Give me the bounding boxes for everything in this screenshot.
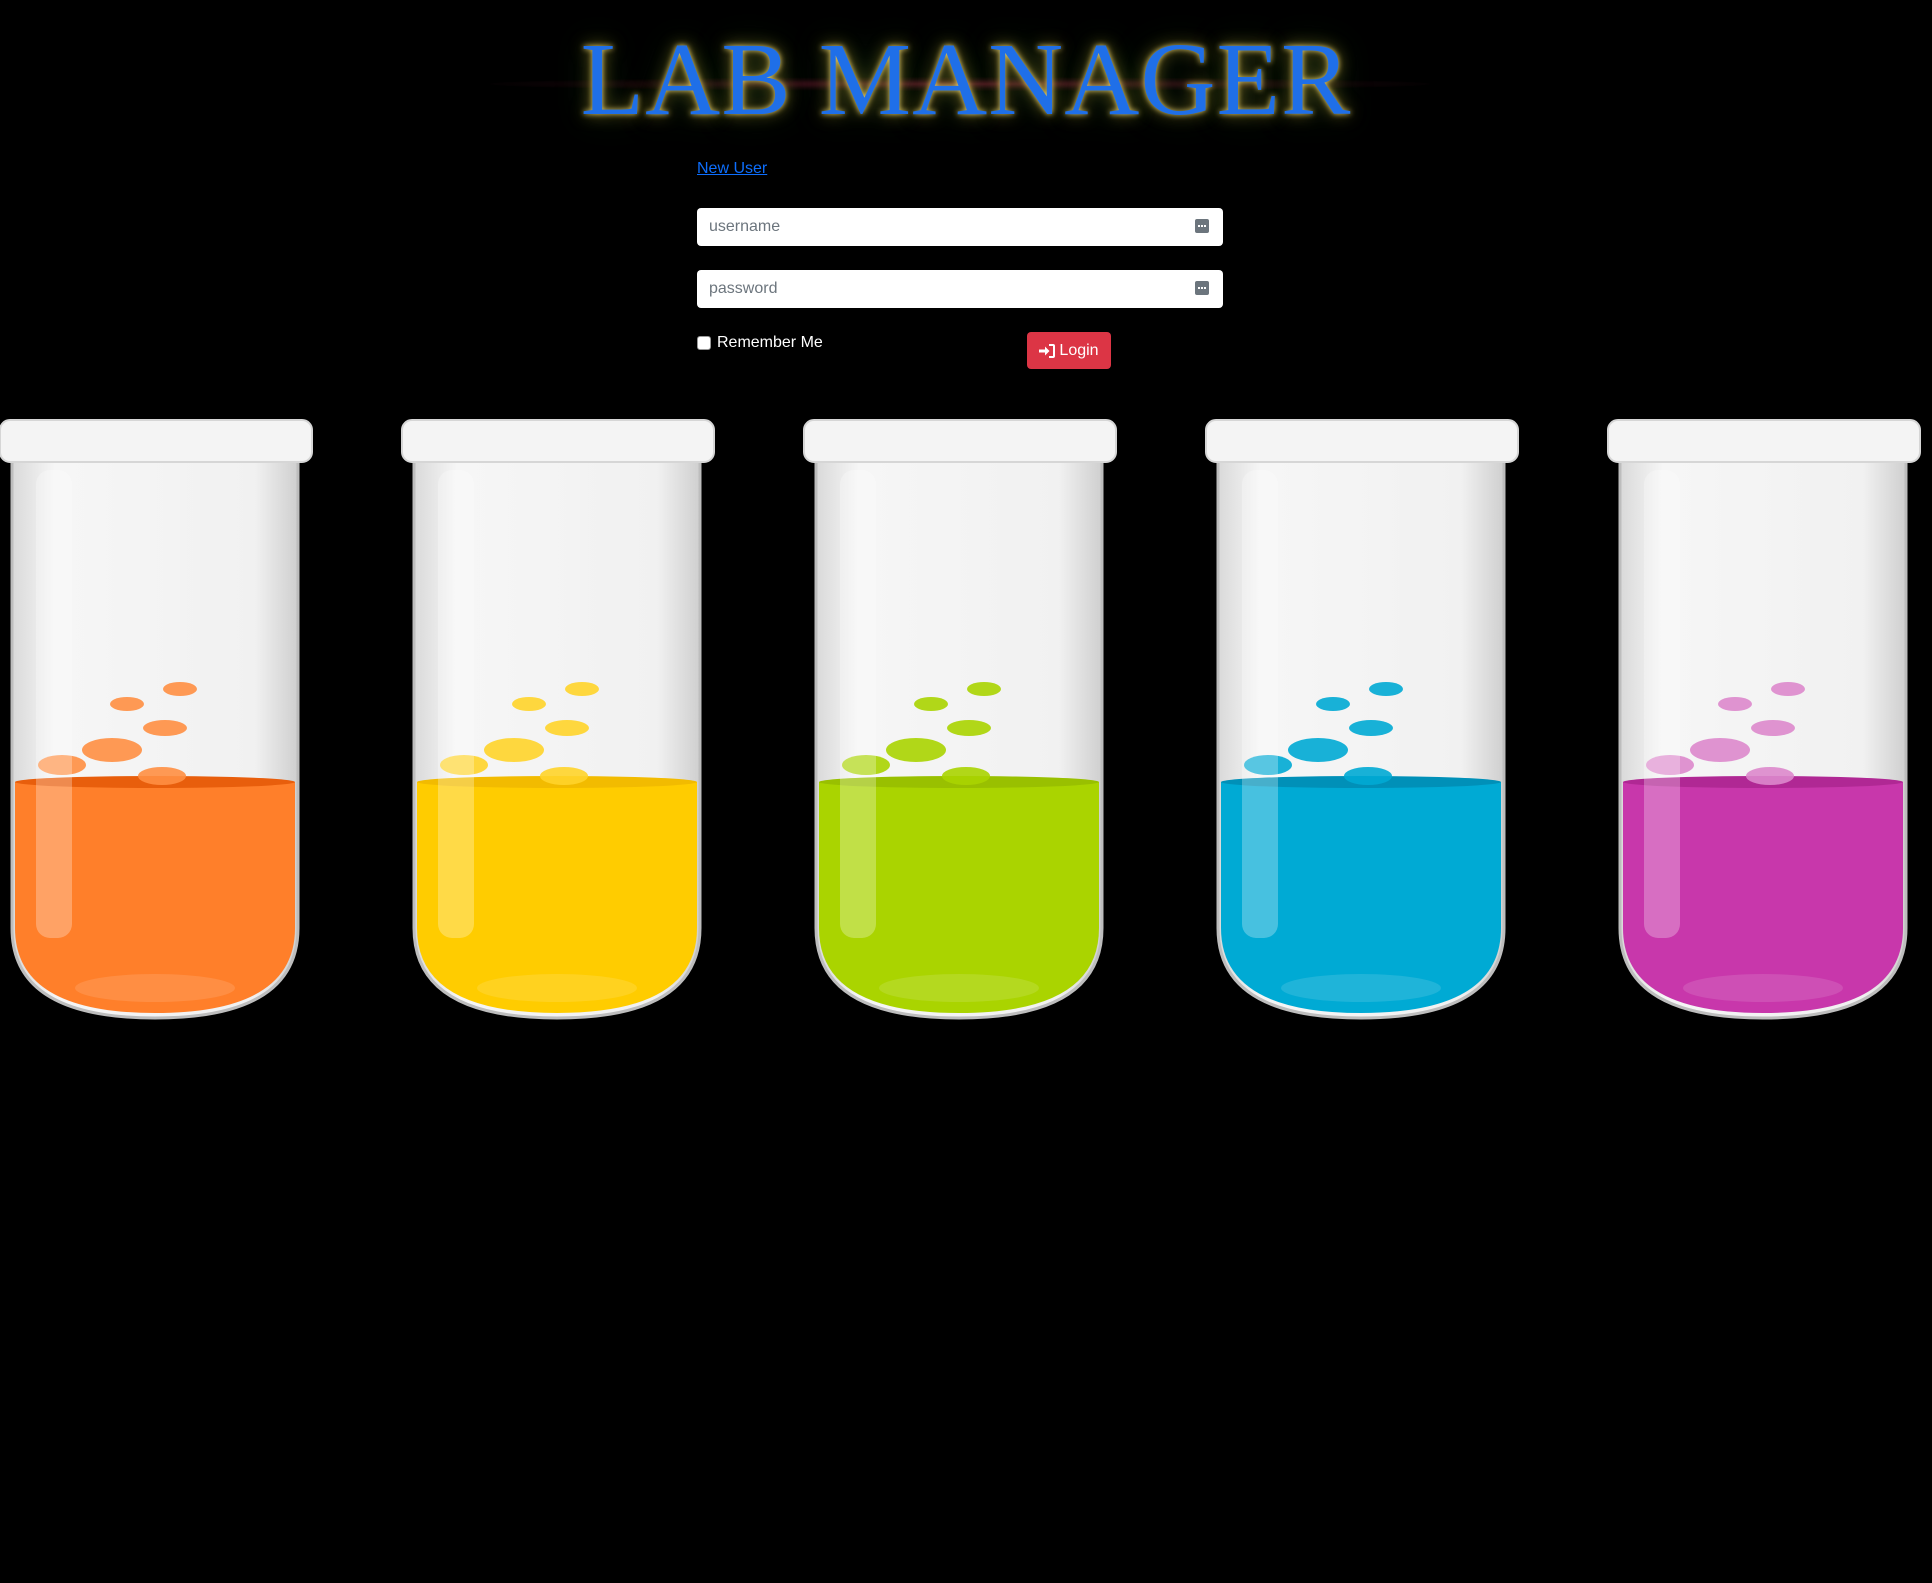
remember-me-checkbox[interactable] (697, 336, 711, 350)
login-button[interactable]: Login (1027, 332, 1111, 369)
remember-me-label: Remember Me (717, 334, 823, 351)
test-tube-orange (0, 419, 313, 1020)
remember-me[interactable]: Remember Me (697, 334, 823, 352)
title-area: LAB MANAGER (0, 20, 1932, 140)
login-label: Login (1059, 341, 1099, 359)
test-tubes-illustration (0, 419, 1921, 1020)
password-manager-icon[interactable] (1195, 281, 1209, 295)
test-tube-magenta (1607, 419, 1921, 1020)
password-manager-icon[interactable] (1195, 219, 1209, 233)
sign-in-icon (1039, 343, 1056, 358)
username-input[interactable] (697, 208, 1223, 246)
login-page: LAB MANAGER New User Remember Me Login (0, 0, 1932, 1583)
password-input[interactable] (697, 270, 1223, 308)
username-field[interactable] (697, 208, 1223, 246)
test-tube-green (803, 419, 1117, 1020)
page-title: LAB MANAGER (580, 22, 1352, 137)
password-field[interactable] (697, 270, 1223, 308)
test-tube-blue (1205, 419, 1519, 1020)
new-user-link[interactable]: New User (697, 160, 767, 178)
test-tube-yellow (401, 419, 715, 1020)
